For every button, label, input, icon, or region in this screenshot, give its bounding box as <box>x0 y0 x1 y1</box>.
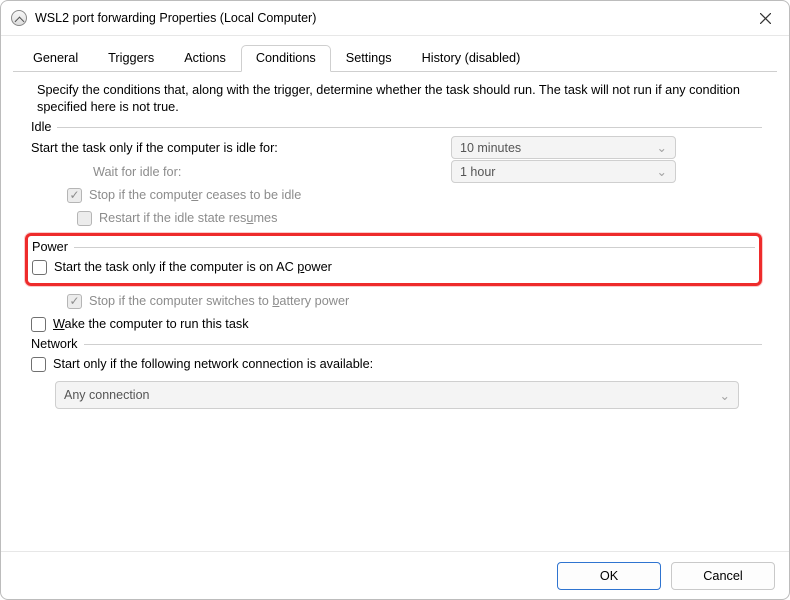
tab-settings[interactable]: Settings <box>331 45 407 72</box>
dialog-window: WSL2 port forwarding Properties (Local C… <box>0 0 790 600</box>
tab-triggers[interactable]: Triggers <box>93 45 169 72</box>
cancel-button[interactable]: Cancel <box>671 562 775 590</box>
tab-history[interactable]: History (disabled) <box>407 45 536 72</box>
label-ac-power: Start the task only if the computer is o… <box>54 260 332 274</box>
cancel-button-label: Cancel <box>703 569 743 583</box>
combo-idle-duration-value: 10 minutes <box>460 141 521 155</box>
ok-button-label: OK <box>600 569 618 583</box>
label-start-if-idle: Start the task only if the computer is i… <box>31 141 278 155</box>
ok-button[interactable]: OK <box>557 562 661 590</box>
label-wait-for-idle: Wait for idle for: <box>93 165 451 179</box>
chevron-down-icon: ⌄ <box>657 164 667 179</box>
separator <box>84 344 762 345</box>
task-clock-icon <box>11 10 27 26</box>
group-idle: Idle <box>31 120 762 134</box>
tab-general[interactable]: General <box>18 45 93 72</box>
label-battery: Stop if the computer switches to battery… <box>89 294 349 308</box>
dialog-body: General Triggers Actions Conditions Sett… <box>1 36 789 551</box>
chevron-down-icon: ⌄ <box>720 388 730 403</box>
row-battery: Stop if the computer switches to battery… <box>67 290 762 312</box>
group-network: Network <box>31 337 762 351</box>
combo-wait-duration[interactable]: 1 hour ⌄ <box>451 160 676 183</box>
group-power: Power <box>32 240 755 254</box>
checkbox-battery <box>67 294 82 309</box>
row-stop-if-cease-idle: Stop if the computer ceases to be idle <box>67 184 762 206</box>
label-network-available: Start only if the following network conn… <box>53 357 373 371</box>
combo-idle-duration[interactable]: 10 minutes ⌄ <box>451 136 676 159</box>
checkbox-ac-power[interactable] <box>32 260 47 275</box>
close-icon <box>760 13 771 24</box>
row-ac-power: Start the task only if the computer is o… <box>32 256 755 278</box>
checkbox-stop-if-cease-idle <box>67 188 82 203</box>
row-restart-if-idle: Restart if the idle state resumes <box>77 207 762 229</box>
conditions-pane: Specify the conditions that, along with … <box>13 72 777 541</box>
group-power-label: Power <box>32 240 68 254</box>
group-network-label: Network <box>31 337 78 351</box>
combo-network-connection[interactable]: Any connection ⌄ <box>55 381 739 409</box>
group-idle-label: Idle <box>31 120 51 134</box>
checkbox-network-available[interactable] <box>31 357 46 372</box>
checkbox-wake[interactable] <box>31 317 46 332</box>
separator <box>74 247 755 248</box>
highlight-power: Power Start the task only if the compute… <box>25 233 762 286</box>
separator <box>57 127 762 128</box>
tabstrip: General Triggers Actions Conditions Sett… <box>13 44 777 72</box>
label-wake: Wake the computer to run this task <box>53 317 249 331</box>
combo-network-connection-value: Any connection <box>64 388 149 402</box>
combo-wait-duration-value: 1 hour <box>460 165 495 179</box>
window-title: WSL2 port forwarding Properties (Local C… <box>35 11 755 25</box>
titlebar: WSL2 port forwarding Properties (Local C… <box>1 1 789 36</box>
label-stop-if-cease-idle: Stop if the computer ceases to be idle <box>89 188 301 202</box>
row-start-if-idle: Start the task only if the computer is i… <box>31 136 762 159</box>
row-wake: Wake the computer to run this task <box>31 313 762 335</box>
dialog-footer: OK Cancel <box>1 551 789 599</box>
row-wait-for-idle: Wait for idle for: 1 hour ⌄ <box>37 160 762 183</box>
tab-actions[interactable]: Actions <box>169 45 241 72</box>
label-restart-if-idle: Restart if the idle state resumes <box>99 211 277 225</box>
checkbox-restart-if-idle <box>77 211 92 226</box>
conditions-description: Specify the conditions that, along with … <box>37 82 762 116</box>
row-network-available: Start only if the following network conn… <box>31 353 762 375</box>
chevron-down-icon: ⌄ <box>657 140 667 155</box>
close-button[interactable] <box>755 8 775 28</box>
tab-conditions[interactable]: Conditions <box>241 45 331 72</box>
